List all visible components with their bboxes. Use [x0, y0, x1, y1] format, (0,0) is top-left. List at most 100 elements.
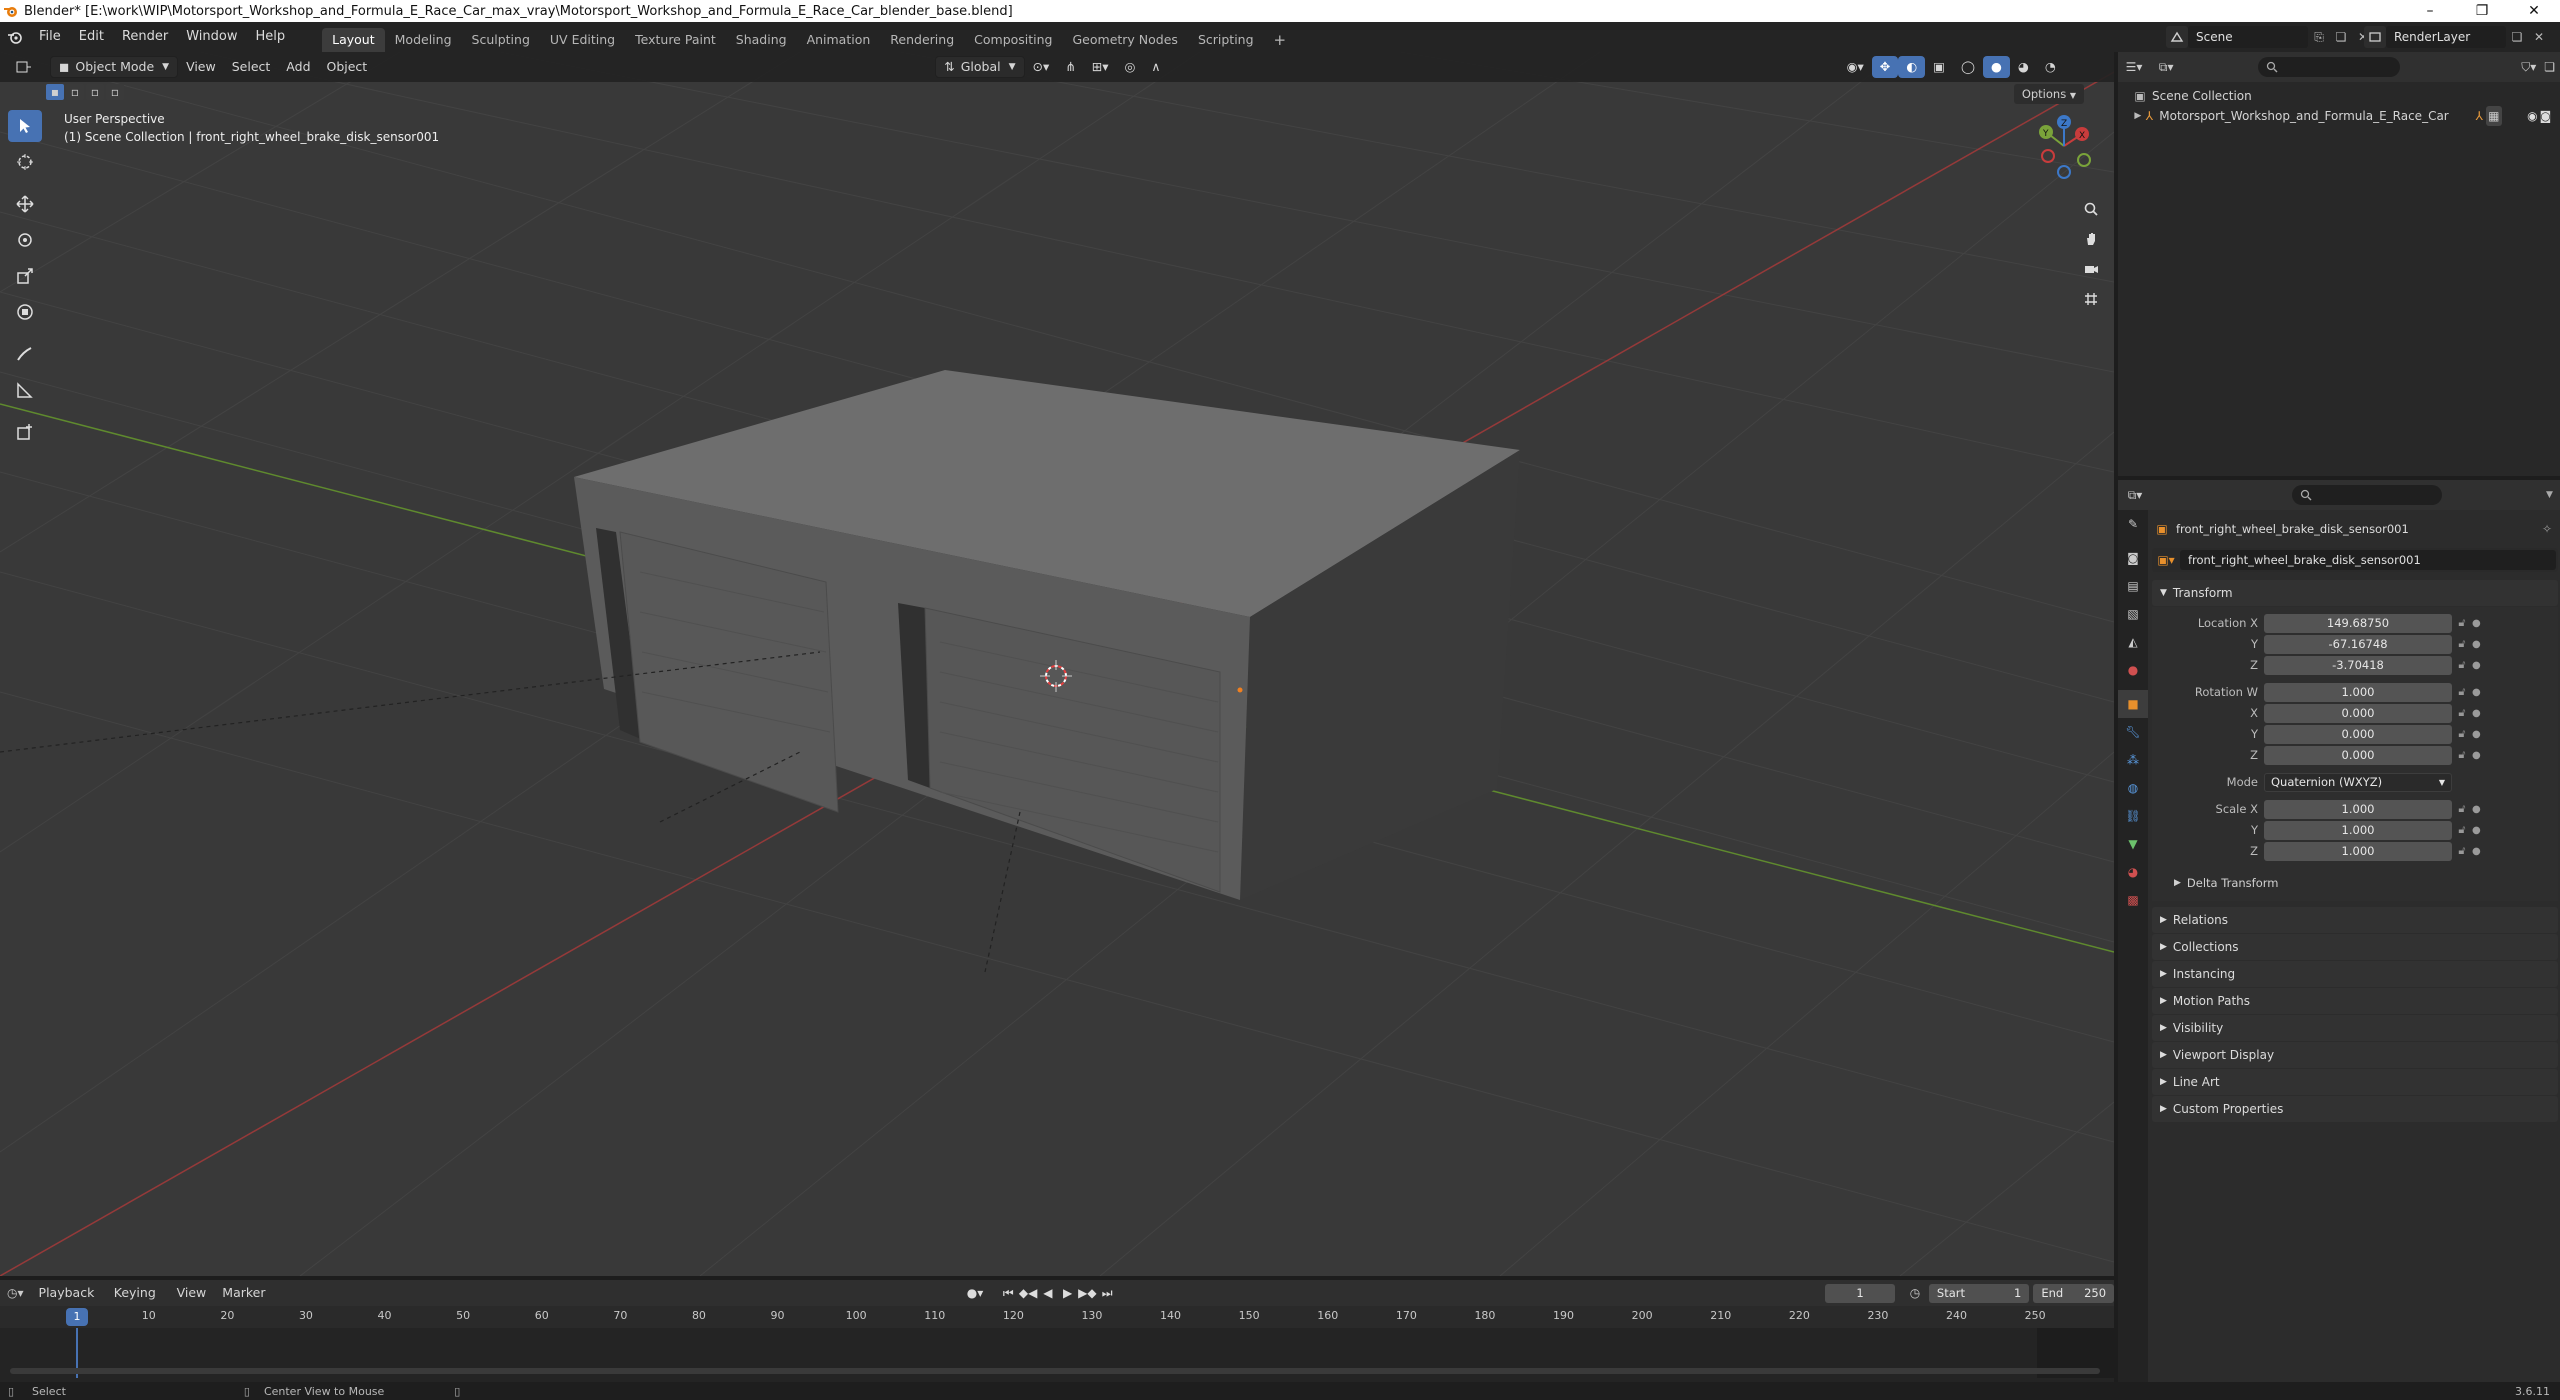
tab-geometry-nodes[interactable]: Geometry Nodes	[1063, 28, 1188, 52]
tab-compositing[interactable]: Compositing	[964, 28, 1062, 52]
section-instancing[interactable]: ▶ Instancing	[2152, 961, 2558, 987]
keyframe-dot-icon[interactable]: ●	[2472, 729, 2481, 740]
lock-icon[interactable]: 🔓︎	[2452, 637, 2472, 651]
keyframe-dot-icon[interactable]: ●	[2472, 639, 2481, 650]
tab-shading[interactable]: Shading	[726, 28, 797, 52]
select-extend-icon[interactable]: ▫	[66, 84, 84, 100]
timeline-menu-view[interactable]: View	[169, 1282, 215, 1304]
viewport-menu-add[interactable]: Add	[278, 56, 318, 78]
expand-arrow-icon[interactable]: ▶	[2132, 106, 2144, 126]
ortho-grid-icon[interactable]	[2076, 284, 2106, 314]
gizmo-toggle-icon[interactable]: ✥	[1871, 56, 1899, 78]
keyframe-dot-icon[interactable]: ●	[2472, 825, 2481, 836]
section-visibility[interactable]: ▶ Visibility	[2152, 1015, 2558, 1041]
add-workspace-button[interactable]: +	[1264, 28, 1297, 52]
solid-shading-icon[interactable]: ●	[1982, 56, 2010, 78]
transform-section-header[interactable]: ▼ Transform	[2152, 580, 2558, 606]
panel-separator[interactable]	[2114, 52, 2118, 1276]
current-frame-field[interactable]: 1	[1825, 1283, 1896, 1303]
rotation-y-field[interactable]: 0.000	[2264, 724, 2452, 744]
pan-hand-icon[interactable]	[2076, 224, 2106, 254]
scale-tool[interactable]	[8, 260, 42, 292]
location-x-field[interactable]: 149.68750	[2264, 613, 2452, 633]
add-cube-tool[interactable]	[8, 416, 42, 448]
render-layer-field[interactable]: RenderLayer	[2386, 26, 2506, 48]
scene-selector[interactable]: Scene ⎘ ❏ ✕	[2166, 26, 2374, 48]
blender-menu-icon[interactable]	[0, 22, 30, 52]
material-shading-icon[interactable]: ◕	[2010, 56, 2037, 78]
tree-row-object[interactable]: ▶ ⅄ Motorsport_Workshop_and_Formula_E_Ra…	[2132, 106, 2552, 126]
current-frame-marker[interactable]: 1	[66, 1308, 88, 1326]
clock-icon[interactable]: ◷	[1905, 1286, 1925, 1300]
tab-scripting[interactable]: Scripting	[1188, 28, 1264, 52]
new-scene-icon[interactable]: ❏	[2330, 26, 2352, 48]
start-frame-field[interactable]: Start 1	[1928, 1283, 2030, 1303]
pin-icon[interactable]: ✧	[2542, 522, 2552, 536]
orientation-dropdown[interactable]: ⇅ Global ▼	[935, 56, 1025, 78]
render-tab-icon[interactable]: ◙	[2118, 544, 2148, 572]
lock-icon[interactable]: 🔓︎	[2452, 616, 2472, 630]
tab-modeling[interactable]: Modeling	[385, 28, 462, 52]
rotation-w-field[interactable]: 1.000	[2264, 682, 2452, 702]
timeline-ruler[interactable]: 1 10 20 30 40 50 60 70 80 90 100 110 120 130 140 150 16…	[0, 1306, 2114, 1328]
keyframe-dot-icon[interactable]: ●	[2472, 804, 2481, 815]
texture-tab-icon[interactable]: ▩	[2118, 886, 2148, 914]
wireframe-shading-icon[interactable]: ◯	[1953, 56, 1983, 78]
snap-target-icon[interactable]: ⊞▾	[1084, 56, 1117, 78]
jump-end-icon[interactable]: ⏭	[1097, 1286, 1117, 1301]
tree-row-scene-collection[interactable]: ▣ Scene Collection	[2132, 86, 2552, 106]
outliner-editor-type-icon[interactable]: ☰▾	[2118, 52, 2150, 82]
editor-type-icon[interactable]	[8, 56, 40, 78]
data-tab-icon[interactable]: ▼	[2118, 830, 2148, 858]
menu-file[interactable]: File	[30, 22, 70, 52]
view-layer-tab-icon[interactable]: ▧	[2118, 600, 2148, 628]
viewport-menu-select[interactable]: Select	[224, 56, 279, 78]
lock-icon[interactable]: 🔓︎	[2452, 748, 2472, 762]
measure-tool[interactable]	[8, 374, 42, 406]
maximize-button[interactable]: ❐	[2456, 0, 2508, 22]
zoom-icon[interactable]	[2076, 194, 2106, 224]
select-new-icon[interactable]: ▪	[46, 84, 64, 100]
lock-icon[interactable]: 🔓︎	[2452, 802, 2472, 816]
material-tab-icon[interactable]: ◕	[2118, 858, 2148, 886]
move-tool[interactable]	[8, 188, 42, 220]
3d-viewport[interactable]: ◼ Object Mode ▼ View Select Add Object ⇅…	[0, 52, 2114, 1276]
play-icon[interactable]: ▶	[1058, 1286, 1078, 1300]
eye-icon[interactable]: ◉	[2526, 106, 2539, 126]
falloff-icon[interactable]: ∧	[1143, 56, 1168, 78]
output-tab-icon[interactable]: ▤	[2118, 572, 2148, 600]
new-layer-icon[interactable]: ❏	[2506, 26, 2528, 48]
keyframe-dot-icon[interactable]: ●	[2472, 687, 2481, 698]
keyframe-dot-icon[interactable]: ●	[2472, 750, 2481, 761]
rotation-z-field[interactable]: 0.000	[2264, 745, 2452, 765]
scale-z-field[interactable]: 1.000	[2264, 841, 2452, 861]
timeline-menu-keying[interactable]: Keying ▼	[106, 1282, 169, 1321]
properties-search-input[interactable]	[2292, 485, 2442, 505]
minimize-button[interactable]: –	[2404, 0, 2456, 22]
select-subtract-icon[interactable]: ▫	[86, 84, 104, 100]
location-z-field[interactable]: -3.70418	[2264, 655, 2452, 675]
next-keyframe-icon[interactable]: ▶◆	[1078, 1286, 1098, 1300]
object-name-field[interactable]: front_right_wheel_brake_disk_sensor001	[2180, 550, 2556, 570]
keyframe-dot-icon[interactable]: ●	[2472, 708, 2481, 719]
rendered-shading-icon[interactable]: ◔	[2037, 56, 2064, 78]
camera-view-icon[interactable]	[2076, 254, 2106, 284]
prev-keyframe-icon[interactable]: ◆◀	[1018, 1286, 1038, 1300]
lock-icon[interactable]: 🔓︎	[2452, 658, 2472, 672]
record-icon[interactable]: ●▾	[962, 1286, 989, 1300]
proportional-edit-icon[interactable]: ◎	[1116, 56, 1143, 78]
viewport-menu-view[interactable]: View	[178, 56, 224, 78]
delta-transform-subpanel[interactable]: ▶ Delta Transform	[2152, 871, 2558, 895]
jump-start-icon[interactable]: ⏮	[998, 1286, 1018, 1301]
tab-rendering[interactable]: Rendering	[880, 28, 964, 52]
lock-icon[interactable]: 🔓︎	[2452, 685, 2472, 699]
xray-toggle-icon[interactable]: ▣	[1925, 56, 1953, 78]
transform-tool[interactable]	[8, 296, 42, 328]
snap-icon[interactable]: ⋔	[1057, 56, 1083, 78]
timeline-scrollbar[interactable]	[10, 1368, 2100, 1374]
mode-dropdown[interactable]: ◼ Object Mode ▼	[50, 56, 179, 78]
menu-help[interactable]: Help	[247, 22, 295, 52]
section-motion-paths[interactable]: ▶ Motion Paths	[2152, 988, 2558, 1014]
rotation-mode-dropdown[interactable]: Quaternion (WXYZ) ▼	[2264, 772, 2452, 792]
tab-sculpting[interactable]: Sculpting	[462, 28, 540, 52]
